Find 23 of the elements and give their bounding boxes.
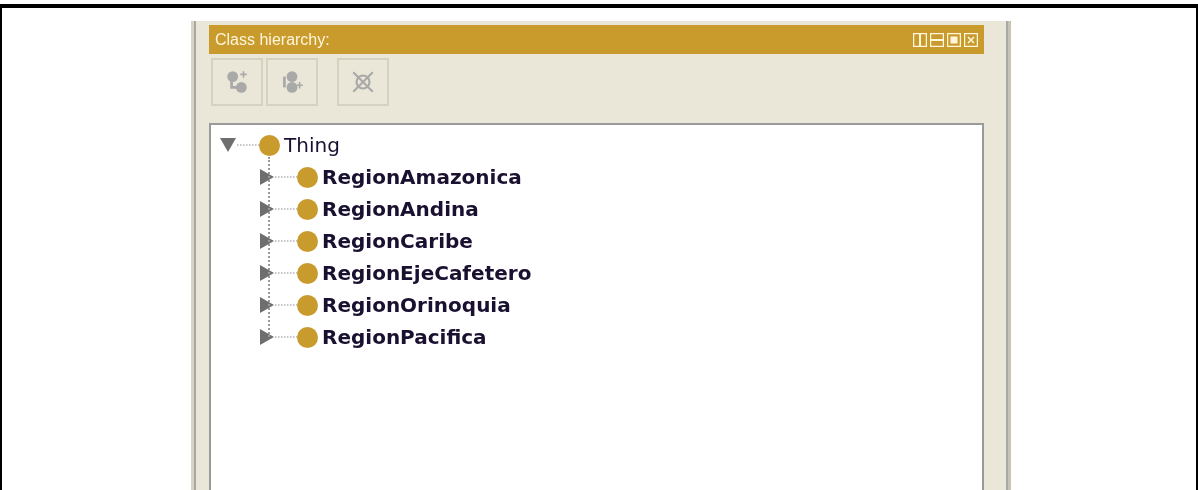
expand-arrow-icon[interactable] xyxy=(257,263,297,283)
panel-title: Class hierarchy: xyxy=(215,30,330,49)
class-dot-icon xyxy=(297,198,318,220)
expand-arrow-icon[interactable] xyxy=(257,231,297,251)
expand-arrow-icon[interactable] xyxy=(257,327,297,347)
class-label[interactable]: Thing xyxy=(284,133,340,157)
expand-arrow-icon[interactable] xyxy=(257,199,297,219)
expand-arrow-icon[interactable] xyxy=(257,295,297,315)
class-dot-icon xyxy=(297,166,318,188)
class-label[interactable]: RegionOrinoquia xyxy=(322,293,511,317)
class-dot-icon xyxy=(297,294,318,316)
class-dot-icon xyxy=(297,230,318,252)
class-label[interactable]: RegionEjeCafetero xyxy=(322,261,532,285)
crossed-circle-icon xyxy=(350,69,376,95)
class-dot-icon xyxy=(297,262,318,284)
class-dot-icon xyxy=(259,134,280,156)
class-label[interactable]: RegionAmazonica xyxy=(322,165,522,189)
class-dot-icon xyxy=(297,326,318,348)
class-label[interactable]: RegionCaribe xyxy=(322,229,473,253)
add-subclass-icon xyxy=(224,69,250,95)
class-label[interactable]: RegionPacifica xyxy=(322,325,487,349)
expand-arrow-icon[interactable] xyxy=(257,167,297,187)
class-label[interactable]: RegionAndina xyxy=(322,197,479,221)
